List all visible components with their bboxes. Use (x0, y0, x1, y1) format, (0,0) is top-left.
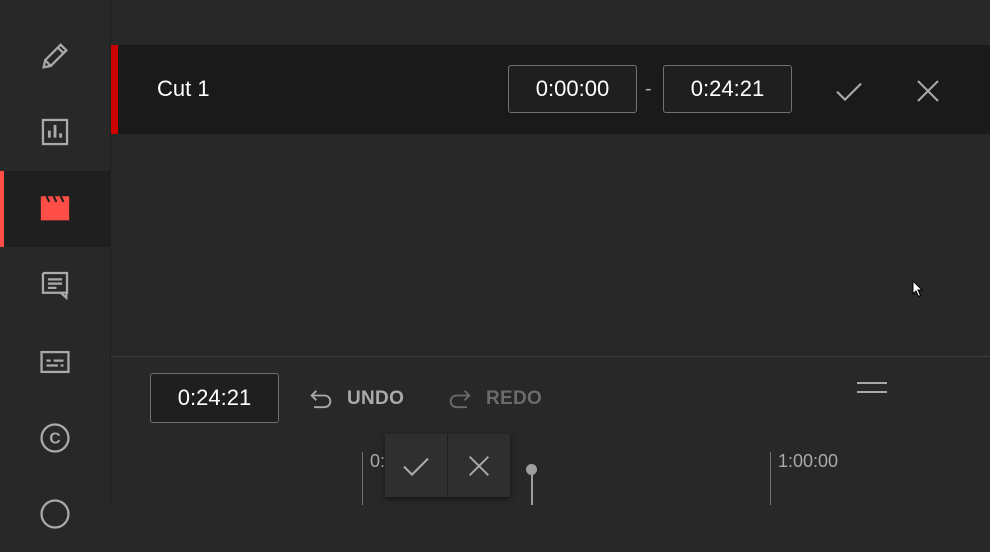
split-confirm-button[interactable] (385, 434, 447, 497)
sidebar-item-subtitles[interactable] (0, 324, 110, 400)
top-strip (111, 0, 990, 45)
check-icon (836, 82, 862, 102)
pencil-icon (42, 43, 68, 69)
sidebar-item-earn[interactable] (0, 476, 110, 552)
undo-icon (310, 390, 332, 409)
split-toolbar (385, 434, 510, 497)
cut-end-time-input[interactable]: 0:24:21 (663, 65, 792, 113)
sidebar: C (0, 0, 111, 529)
redo-button[interactable]: REDO (446, 382, 542, 416)
svg-text:C: C (49, 431, 60, 448)
check-icon (403, 457, 429, 476)
clapperboard-icon (40, 195, 70, 221)
sidebar-item-analytics[interactable] (0, 94, 110, 170)
cut-accent-bar (111, 45, 118, 134)
redo-label: REDO (486, 388, 543, 409)
close-icon (469, 455, 489, 476)
timeline-tick-label-start: 0: (370, 451, 386, 471)
cut-row: Cut 1 0:00:00 - 0:24:21 (111, 45, 990, 134)
dollar-icon (40, 499, 70, 529)
playhead-line[interactable] (531, 470, 533, 505)
sidebar-item-copyright[interactable]: C (0, 400, 110, 476)
bar-chart-icon (41, 118, 69, 146)
timeline-tick (770, 452, 771, 505)
sidebar-item-editor[interactable] (0, 171, 110, 247)
redo-icon (449, 390, 471, 409)
timeline-tick-label-1h: 1:00:00 (778, 451, 839, 471)
comment-icon (41, 271, 69, 301)
cut-start-time-input[interactable]: 0:00:00 (508, 65, 637, 113)
mouse-cursor-icon (912, 280, 924, 298)
sidebar-item-details[interactable] (0, 18, 110, 94)
cut-label: Cut 1 (157, 76, 210, 101)
close-icon (917, 80, 939, 102)
confirm-cut-button[interactable] (829, 71, 869, 111)
subtitles-icon (40, 350, 70, 374)
time-separator: - (645, 78, 652, 100)
editor-main: Cut 1 0:00:00 - 0:24:21 0:24:21 UNDO RED… (111, 0, 990, 505)
playhead-handle[interactable] (526, 464, 537, 475)
timeline-tick (362, 452, 363, 505)
resize-handle[interactable] (857, 382, 887, 394)
current-time-input[interactable]: 0:24:21 (150, 373, 279, 423)
copyright-icon: C (40, 423, 70, 453)
undo-label: UNDO (347, 388, 405, 409)
sidebar-item-comments[interactable] (0, 247, 110, 323)
undo-button[interactable]: UNDO (307, 382, 404, 416)
timeline-divider (111, 356, 990, 357)
split-cancel-button[interactable] (448, 434, 510, 497)
cancel-cut-button[interactable] (908, 71, 948, 111)
